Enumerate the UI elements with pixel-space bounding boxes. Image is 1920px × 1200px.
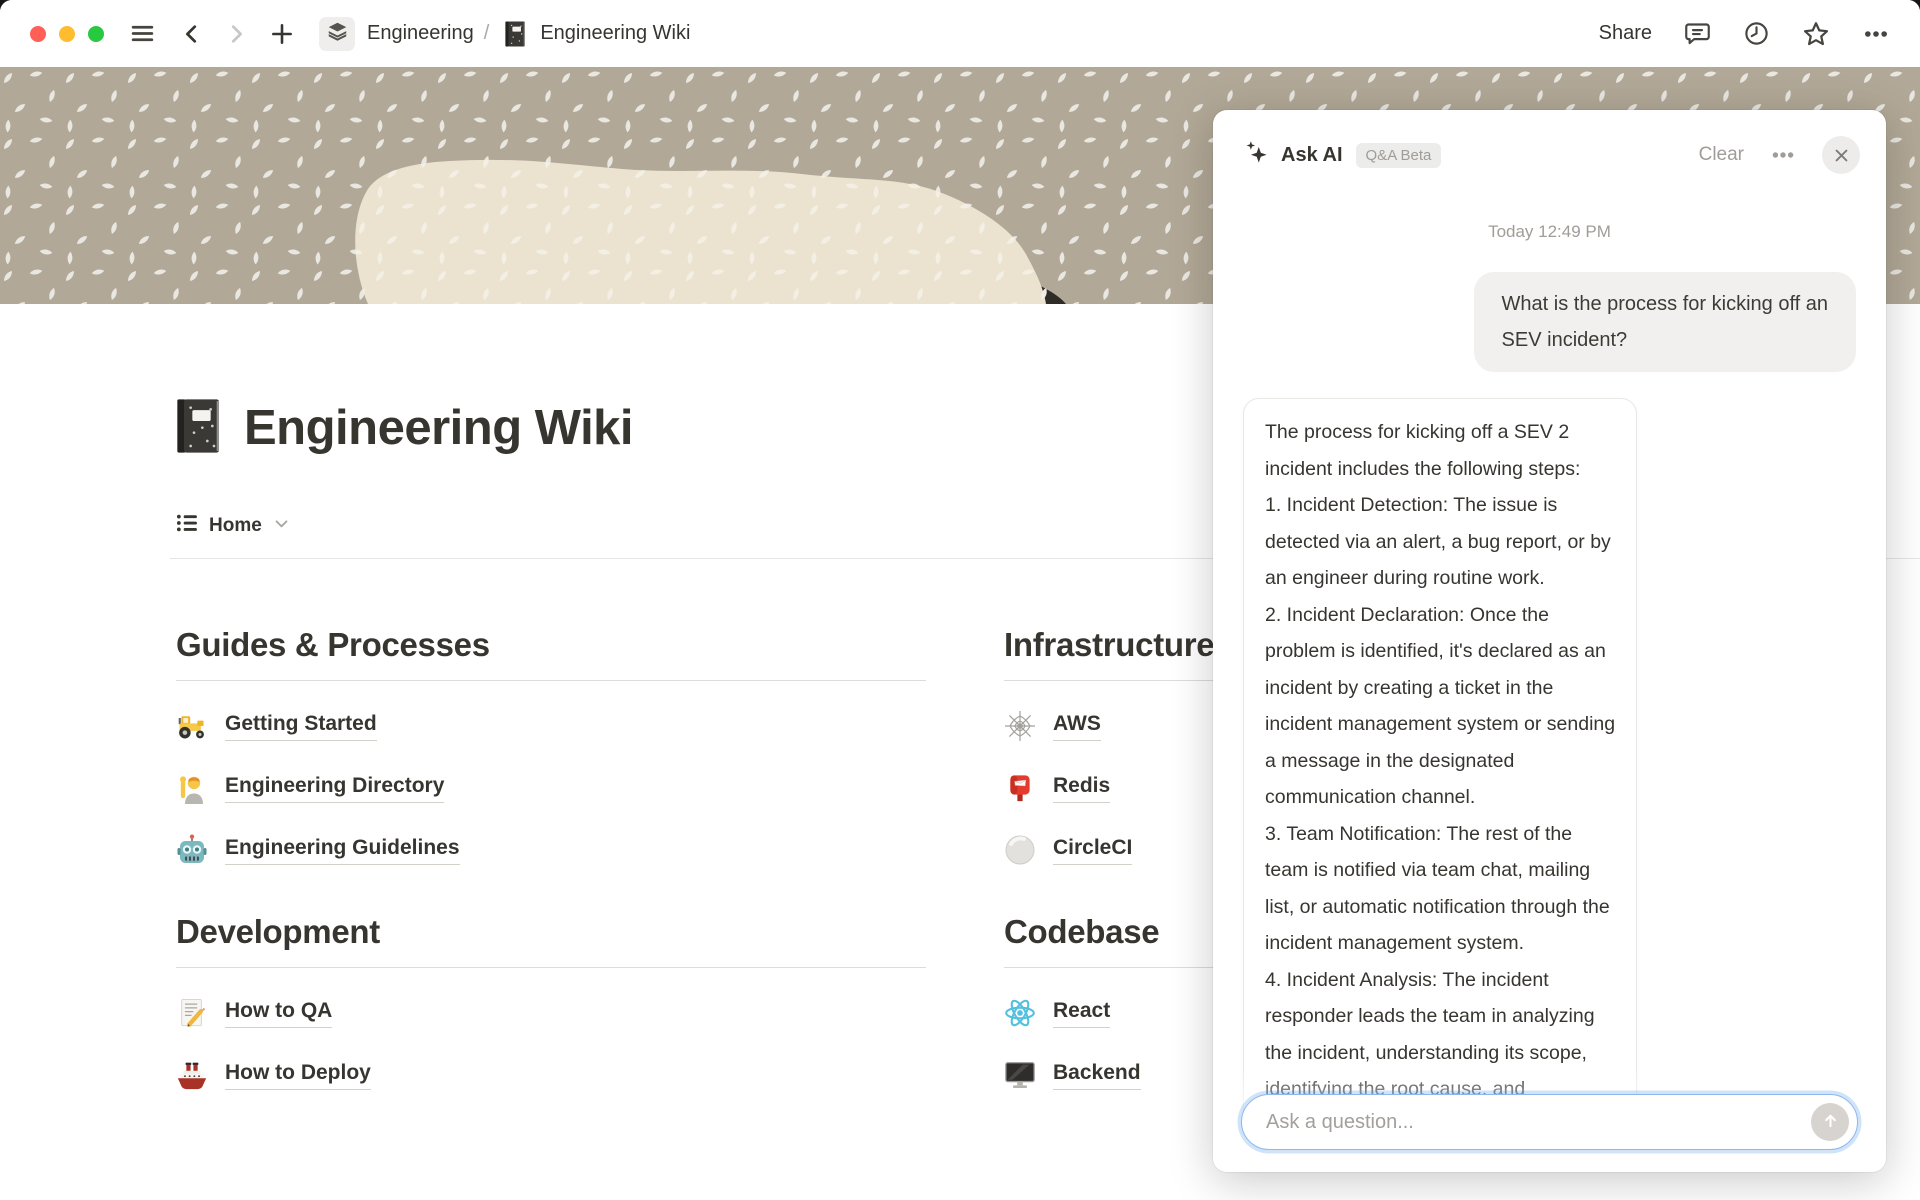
arrow-up-icon [1821, 1111, 1840, 1133]
clear-button[interactable]: Clear [1699, 144, 1744, 166]
send-button[interactable] [1811, 1103, 1849, 1141]
page-icon-notebook[interactable] [172, 396, 226, 456]
close-icon[interactable] [1822, 136, 1860, 174]
sparkles-icon [1243, 139, 1270, 171]
spider-web-icon [1004, 710, 1036, 742]
page-link-how-to-qa[interactable]: How to QA [176, 996, 926, 1030]
breadcrumb: Engineering / Engineering Wiki [367, 20, 690, 48]
plus-icon[interactable] [269, 21, 295, 47]
react-icon [1004, 997, 1036, 1029]
page-link-label: CircleCI [1053, 835, 1132, 865]
page-link-label: AWS [1053, 711, 1101, 741]
page-link-label: Engineering Directory [225, 773, 444, 803]
share-button[interactable]: Share [1599, 22, 1652, 45]
section-heading: Guides & Processes [176, 626, 926, 681]
ask-ai-header: Ask AI Q&A Beta Clear [1213, 110, 1886, 174]
ask-ai-header-actions: Clear [1699, 136, 1860, 174]
list-view-icon [176, 512, 198, 539]
clock-icon[interactable] [1743, 20, 1770, 47]
window-controls [30, 26, 104, 42]
user-message-bubble: What is the process for kicking off an S… [1474, 272, 1856, 372]
tractor-icon [176, 710, 208, 742]
column-left: Guides & Processes Getting Started Engin… [176, 626, 926, 1138]
ai-response-bubble: The process for kicking off a SEV 2 inci… [1243, 398, 1637, 1124]
breadcrumb-separator: / [484, 22, 490, 45]
comment-icon[interactable] [1684, 20, 1711, 47]
workspace-chip[interactable] [319, 17, 355, 51]
page-link-label: Backend [1053, 1060, 1141, 1090]
view-label: Home [209, 515, 262, 537]
view-switcher[interactable]: Home [176, 512, 290, 539]
page-link-label: How to Deploy [225, 1060, 371, 1090]
app-window: Engineering / Engineering Wiki Share [0, 0, 1920, 1200]
page-link-engineering-guidelines[interactable]: Engineering Guidelines [176, 833, 926, 867]
notebook-icon [503, 20, 528, 48]
breadcrumb-page[interactable]: Engineering Wiki [540, 22, 690, 45]
page-title[interactable]: Engineering Wiki [244, 400, 633, 456]
section-development: Development How to QA How to Deploy [176, 913, 926, 1092]
breadcrumb-workspace[interactable]: Engineering [367, 22, 474, 45]
ellipsis-icon[interactable] [1862, 20, 1890, 48]
page-link-label: How to QA [225, 998, 332, 1028]
minimize-window-button[interactable] [59, 26, 75, 42]
ask-question-input[interactable] [1241, 1094, 1858, 1150]
hamburger-icon[interactable] [130, 21, 155, 46]
page-link-label: Getting Started [225, 711, 377, 741]
chevron-forward-icon[interactable] [225, 23, 247, 45]
ask-ai-panel: Ask AI Q&A Beta Clear Today 12:49 PM Wha… [1213, 110, 1886, 1172]
monitor-icon [1004, 1059, 1036, 1091]
chat-date-label: Today 12:49 PM [1213, 222, 1886, 242]
chevron-down-icon [273, 515, 290, 537]
page-link-engineering-directory[interactable]: Engineering Directory [176, 771, 926, 805]
ship-icon [176, 1059, 208, 1091]
page-link-label: React [1053, 998, 1110, 1028]
ask-input-row [1241, 1094, 1858, 1150]
robot-icon [176, 834, 208, 866]
page-link-getting-started[interactable]: Getting Started [176, 709, 926, 743]
chat-messages: What is the process for kicking off an S… [1213, 272, 1886, 1124]
page-link-label: Redis [1053, 773, 1110, 803]
section-guides-processes: Guides & Processes Getting Started Engin… [176, 626, 926, 867]
postbox-icon [1004, 772, 1036, 804]
toolbar: Engineering / Engineering Wiki Share [0, 0, 1920, 67]
chevron-back-icon[interactable] [181, 23, 203, 45]
toolbar-right: Share [1599, 20, 1890, 48]
close-window-button[interactable] [30, 26, 46, 42]
layers-icon [327, 21, 348, 47]
memo-icon [176, 997, 208, 1029]
ask-ai-title: Ask AI [1281, 144, 1343, 167]
page-link-label: Engineering Guidelines [225, 835, 460, 865]
person-raising-hand-icon [176, 772, 208, 804]
star-icon[interactable] [1802, 20, 1830, 48]
white-circle-icon [1004, 834, 1036, 866]
qa-beta-badge: Q&A Beta [1356, 143, 1442, 168]
section-heading: Development [176, 913, 926, 968]
ellipsis-icon[interactable] [1770, 142, 1796, 168]
zoom-window-button[interactable] [88, 26, 104, 42]
page-link-how-to-deploy[interactable]: How to Deploy [176, 1058, 926, 1092]
